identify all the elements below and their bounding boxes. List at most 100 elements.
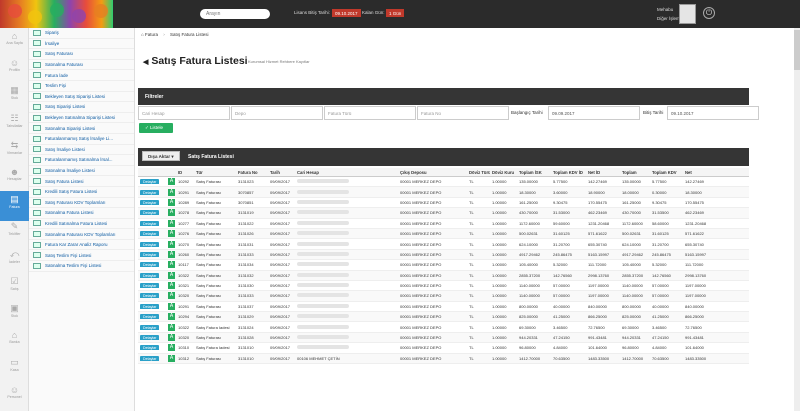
rail-item-0[interactable]: ⌂ Ana Sayfa <box>0 28 29 58</box>
rail-item-5[interactable]: ☻ Hesaplar <box>0 164 29 194</box>
column-header[interactable]: Toplam KDV <box>650 170 683 175</box>
detail-button[interactable]: Detaylar <box>140 335 160 341</box>
detail-button[interactable]: Detaylar <box>140 189 160 195</box>
submenu-item[interactable]: İrsaliye <box>29 39 134 50</box>
submenu-item[interactable]: Satış Fatura Listesi <box>29 176 134 187</box>
approve-icon[interactable]: A <box>168 354 175 362</box>
rail-item-1[interactable]: ☺ Profilin <box>0 55 29 85</box>
fatura-turu-input[interactable]: Fatura Türü <box>324 106 416 120</box>
home-icon[interactable]: ⌂ <box>141 32 144 37</box>
detail-button[interactable]: Detaylar <box>140 220 160 226</box>
approve-icon[interactable]: A <box>168 261 175 269</box>
user-role[interactable]: Diğer İşlem <box>657 16 680 21</box>
detail-button[interactable]: Detaylar <box>140 231 160 237</box>
rail-item-11[interactable]: ⌂ Banka <box>0 327 29 357</box>
detail-button[interactable]: Detaylar <box>140 251 160 257</box>
approve-icon[interactable]: A <box>168 334 175 342</box>
rail-item-4[interactable]: ⇆ Virmanlar <box>0 137 29 167</box>
depo-input[interactable]: Depo <box>231 106 323 120</box>
detail-button[interactable]: Detaylar <box>140 241 160 247</box>
breadcrumb-fatura[interactable]: Fatura <box>145 32 158 37</box>
column-header[interactable]: Cari Hesap <box>295 170 398 175</box>
approve-icon[interactable]: A <box>168 323 175 331</box>
submenu-item[interactable]: Satış Siparişi Listesi <box>29 102 134 113</box>
detail-button[interactable]: Detaylar <box>140 272 160 278</box>
rail-item-10[interactable]: ▣ Stok <box>0 300 29 330</box>
detail-button[interactable]: Detaylar <box>140 355 160 361</box>
approve-icon[interactable]: A <box>168 344 175 352</box>
approve-icon[interactable]: A <box>168 230 175 238</box>
detail-button[interactable]: Detaylar <box>140 199 160 205</box>
approve-icon[interactable]: A <box>168 209 175 217</box>
submenu-item[interactable]: Satınalma Siparişi Listesi <box>29 123 134 134</box>
detail-button[interactable]: Detaylar <box>140 324 160 330</box>
submenu-item[interactable]: Satış Faturası KDV Toplamları <box>29 198 134 209</box>
list-button[interactable]: ✓ Listele <box>139 123 173 133</box>
approve-icon[interactable]: A <box>168 302 175 310</box>
submenu-item[interactable]: Faturalanmamış Satınalma İrsal... <box>29 155 134 166</box>
column-header[interactable]: ID <box>176 170 194 175</box>
detail-button[interactable]: Detaylar <box>140 345 160 351</box>
end-date-input[interactable]: 09.10.2017 <box>667 106 759 120</box>
back-icon[interactable]: ◀ <box>143 59 148 66</box>
approve-icon[interactable]: A <box>168 313 175 321</box>
submenu-item[interactable]: Satış İrsaliye Listesi <box>29 145 134 156</box>
search-input[interactable]: Arayın <box>200 9 270 19</box>
approve-icon[interactable]: A <box>168 198 175 206</box>
start-date-input[interactable]: 09.09.2017 <box>548 106 640 120</box>
rail-item-3[interactable]: ☷ Tahsilatlar <box>0 110 29 140</box>
submenu-item[interactable]: Satınalma İrsaliye Listesi <box>29 166 134 177</box>
submenu-item[interactable]: Sipariş <box>29 28 134 39</box>
detail-button[interactable]: Detaylar <box>140 262 160 268</box>
submenu-item[interactable]: Satınalma Faturası KDV Toplamları <box>29 229 134 240</box>
cari-hesap-input[interactable]: Cari Hesap <box>138 106 230 120</box>
submenu-item[interactable]: Faturalanmamış Satış İrsaliye Li... <box>29 134 134 145</box>
export-dropdown[interactable]: Dışa Aktar ▾ <box>142 151 180 161</box>
rail-item-7[interactable]: ✎ Teklifler <box>0 218 29 248</box>
column-header[interactable]: Döviz Türü <box>467 170 490 175</box>
submenu-item[interactable]: Fatura İade <box>29 70 134 81</box>
submenu-item[interactable]: Satınalma Fatura Listesi <box>29 208 134 219</box>
detail-button[interactable]: Detaylar <box>140 283 160 289</box>
approve-icon[interactable]: A <box>168 250 175 258</box>
rail-item-2[interactable]: ▦ Stok <box>0 82 29 112</box>
approve-icon[interactable]: A <box>168 292 175 300</box>
submenu-item[interactable]: Fatura Kar Zarar Analiz Raporu <box>29 240 134 251</box>
detail-button[interactable]: Detaylar <box>140 210 160 216</box>
column-header[interactable]: Fatura No <box>236 170 268 175</box>
submenu-item[interactable]: Satınalma Teslim Fişi Listesi <box>29 261 134 272</box>
detail-button[interactable]: Detaylar <box>140 179 160 185</box>
column-header[interactable]: Net <box>683 170 749 175</box>
approve-icon[interactable]: A <box>168 188 175 196</box>
column-header[interactable]: Döviz Kuru <box>490 170 517 175</box>
approve-icon[interactable]: A <box>168 178 175 186</box>
rail-item-12[interactable]: ▭ Kasa <box>0 354 29 384</box>
detail-button[interactable]: Detaylar <box>140 303 160 309</box>
submenu-item[interactable]: Satınalma Faturası <box>29 60 134 71</box>
column-header[interactable]: Toplam KDV İD <box>551 170 586 175</box>
column-header[interactable]: Net İD <box>586 170 620 175</box>
avatar[interactable] <box>679 4 696 24</box>
approve-icon[interactable]: A <box>168 219 175 227</box>
rail-item-13[interactable]: ☺ Personel <box>0 382 29 412</box>
column-header[interactable]: Toplam İSK <box>517 170 551 175</box>
detail-button[interactable]: Detaylar <box>140 314 160 320</box>
column-header[interactable]: Çıkış Deposu <box>398 170 467 175</box>
power-icon[interactable]: ⏻ <box>703 7 715 19</box>
rail-item-8[interactable]: ⤺ İadeler <box>0 246 29 276</box>
detail-button[interactable]: Detaylar <box>140 293 160 299</box>
submenu-item[interactable]: Bekleyen Satış Siparişi Listesi <box>29 92 134 103</box>
submenu-item[interactable]: Satış Teslim Fişi Listesi <box>29 250 134 262</box>
submenu-item[interactable]: Bekleyen Satınalma Siparişi Listesi <box>29 113 134 124</box>
rail-item-6[interactable]: ▤ Fatura <box>0 191 29 222</box>
column-header[interactable]: Toplam <box>620 170 650 175</box>
approve-icon[interactable]: A <box>168 282 175 290</box>
column-header[interactable]: Tür <box>194 170 236 175</box>
fatura-no-input[interactable]: Fatura No <box>417 106 509 120</box>
submenu-item[interactable]: Kredili Satış Fatura Listesi <box>29 187 134 198</box>
submenu-item[interactable]: Teslim Fişi <box>29 81 134 92</box>
approve-icon[interactable]: A <box>168 271 175 279</box>
submenu-item[interactable]: Satış Faturası <box>29 49 134 60</box>
approve-icon[interactable]: A <box>168 240 175 248</box>
submenu-item[interactable]: Kredili Satınalma Fatura Listesi <box>29 219 134 230</box>
